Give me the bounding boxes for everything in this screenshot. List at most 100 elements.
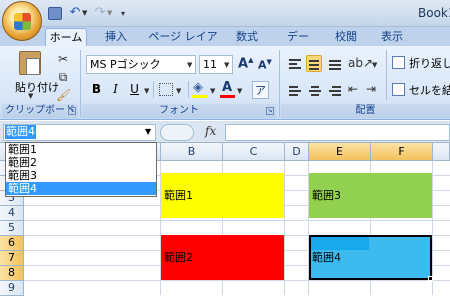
office-button[interactable]: [2, 1, 42, 41]
align-center-icon[interactable]: [307, 84, 323, 98]
group-separator: [80, 50, 81, 117]
undo-dropdown-icon[interactable]: ▼: [82, 9, 87, 17]
align-left-icon[interactable]: [287, 84, 303, 98]
orientation-dropdown-icon[interactable]: ▼: [372, 61, 377, 69]
name-list-item[interactable]: 範囲2: [6, 156, 156, 169]
column-header-g[interactable]: [433, 143, 450, 161]
column-header-b[interactable]: B: [161, 143, 223, 161]
grow-font-label: A: [238, 56, 249, 72]
name-box-dropdown-icon[interactable]: ▼: [145, 127, 151, 136]
undo-icon[interactable]: ↶: [68, 6, 82, 20]
grow-font-button[interactable]: A▲: [238, 56, 253, 71]
column-header-e[interactable]: E: [309, 143, 371, 161]
paste-icon[interactable]: [19, 51, 41, 75]
fill-handle[interactable]: [428, 276, 433, 281]
align-middle-icon[interactable]: [306, 55, 322, 72]
grow-arrow-icon: ▲: [248, 56, 254, 64]
borders-icon[interactable]: [159, 83, 173, 96]
name-box-dropdown-list: 範囲1 範囲2 範囲3 範囲4: [5, 142, 157, 197]
clipboard-group-label: クリップボード: [2, 104, 78, 118]
format-painter-icon[interactable]: 🖌: [56, 88, 71, 102]
wrap-text-button[interactable]: 折り返して: [409, 55, 450, 71]
fill-color-icon[interactable]: ◈: [193, 80, 203, 95]
save-icon[interactable]: [48, 7, 62, 20]
row-header-6[interactable]: 6: [0, 236, 24, 251]
tab-home[interactable]: ホーム: [45, 28, 87, 46]
tab-data[interactable]: データ: [282, 28, 314, 60]
merge-cells-button[interactable]: セルを結合: [409, 82, 450, 98]
align-bottom-icon[interactable]: [327, 58, 343, 72]
font-separator: [153, 81, 154, 98]
shrink-arrow-icon: ▼: [266, 58, 272, 66]
italic-button[interactable]: I: [107, 81, 124, 98]
font-name-field[interactable]: MS Pゴシック: [86, 55, 196, 74]
name-box-value[interactable]: 範囲4: [5, 125, 36, 139]
orientation-icon[interactable]: ab↗: [348, 56, 373, 70]
gridline: [24, 220, 450, 221]
merge-cells-icon[interactable]: [392, 83, 405, 96]
named-range-1[interactable]: 範囲1: [161, 173, 284, 218]
gridline: [432, 161, 433, 295]
underline-dropdown-icon[interactable]: ▼: [144, 87, 149, 95]
clipboard-dialog-launcher-icon[interactable]: ↘: [68, 107, 76, 115]
tab-review[interactable]: 校閲: [331, 28, 361, 46]
range-label: 範囲4: [312, 251, 341, 264]
range-label: 範囲2: [164, 251, 193, 264]
increase-indent-icon[interactable]: ⇥: [366, 82, 376, 96]
tab-insert[interactable]: 挿入: [96, 28, 136, 46]
font-name-dropdown-icon[interactable]: ▼: [187, 61, 192, 69]
customize-qat-icon[interactable]: ▾: [121, 9, 125, 18]
row-header-9[interactable]: 9: [0, 281, 24, 296]
underline-button[interactable]: U: [126, 81, 143, 98]
formula-input[interactable]: [225, 124, 450, 141]
row-header-5[interactable]: 5: [0, 221, 24, 236]
range-label: 範囲1: [164, 189, 193, 202]
name-list-item[interactable]: 範囲1: [6, 143, 156, 156]
wrap-text-icon[interactable]: [392, 56, 405, 69]
redo-dropdown-icon[interactable]: ▼: [107, 9, 112, 17]
bold-button[interactable]: B: [88, 81, 105, 98]
fill-color-dropdown-icon[interactable]: ▼: [210, 87, 215, 95]
font-dialog-launcher-icon[interactable]: ↘: [266, 107, 274, 115]
office-logo-icon: [14, 13, 31, 30]
font-size-dropdown-icon[interactable]: ▼: [224, 61, 229, 69]
named-range-2[interactable]: 範囲2: [161, 235, 284, 280]
column-header-d[interactable]: D: [285, 143, 309, 161]
active-cell-highlight: [311, 237, 369, 250]
row-header-8[interactable]: 8: [0, 266, 24, 281]
formula-bar-grip[interactable]: [160, 124, 194, 141]
font-separator: [188, 81, 189, 98]
font-color-swatch: [220, 95, 235, 98]
font-group-label: フォント: [82, 104, 276, 118]
insert-function-icon[interactable]: fx: [205, 124, 216, 138]
gridline: [24, 280, 450, 281]
column-header-c[interactable]: C: [223, 143, 285, 161]
redo-icon[interactable]: ↷: [93, 6, 107, 20]
borders-dropdown-icon[interactable]: ▼: [176, 87, 181, 95]
paste-dropdown-icon[interactable]: ▼: [28, 92, 33, 100]
decrease-indent-icon[interactable]: ⇤: [348, 82, 358, 96]
font-color-dropdown-icon[interactable]: ▼: [237, 87, 242, 95]
column-header-f[interactable]: F: [371, 143, 433, 161]
tab-page-layout[interactable]: ページ レイアウト: [144, 28, 222, 60]
named-range-3[interactable]: 範囲3: [309, 173, 432, 218]
range-label: 範囲3: [312, 189, 341, 202]
align-top-icon[interactable]: [287, 57, 303, 71]
phonetic-guide-button[interactable]: ア: [252, 81, 269, 99]
shrink-font-button[interactable]: A▼: [258, 58, 272, 72]
cut-icon[interactable]: ✂: [56, 52, 70, 66]
row-header-4[interactable]: 4: [0, 206, 24, 221]
name-list-item-selected[interactable]: 範囲4: [6, 182, 156, 195]
tab-view[interactable]: 表示: [377, 28, 407, 46]
copy-icon[interactable]: ⧉: [56, 70, 70, 84]
tab-formulas[interactable]: 数式: [232, 28, 262, 46]
row-header-7[interactable]: 7: [0, 251, 24, 266]
font-color-button[interactable]: A: [222, 80, 232, 95]
align-right-icon[interactable]: [327, 84, 343, 98]
shrink-font-label: A: [258, 58, 267, 72]
name-list-item[interactable]: 範囲3: [6, 169, 156, 182]
fill-color-swatch: [192, 95, 208, 98]
paste-button-label[interactable]: 貼り付け: [15, 79, 59, 95]
align-separator: [386, 50, 387, 100]
alignment-group-label: 配置: [281, 104, 450, 118]
